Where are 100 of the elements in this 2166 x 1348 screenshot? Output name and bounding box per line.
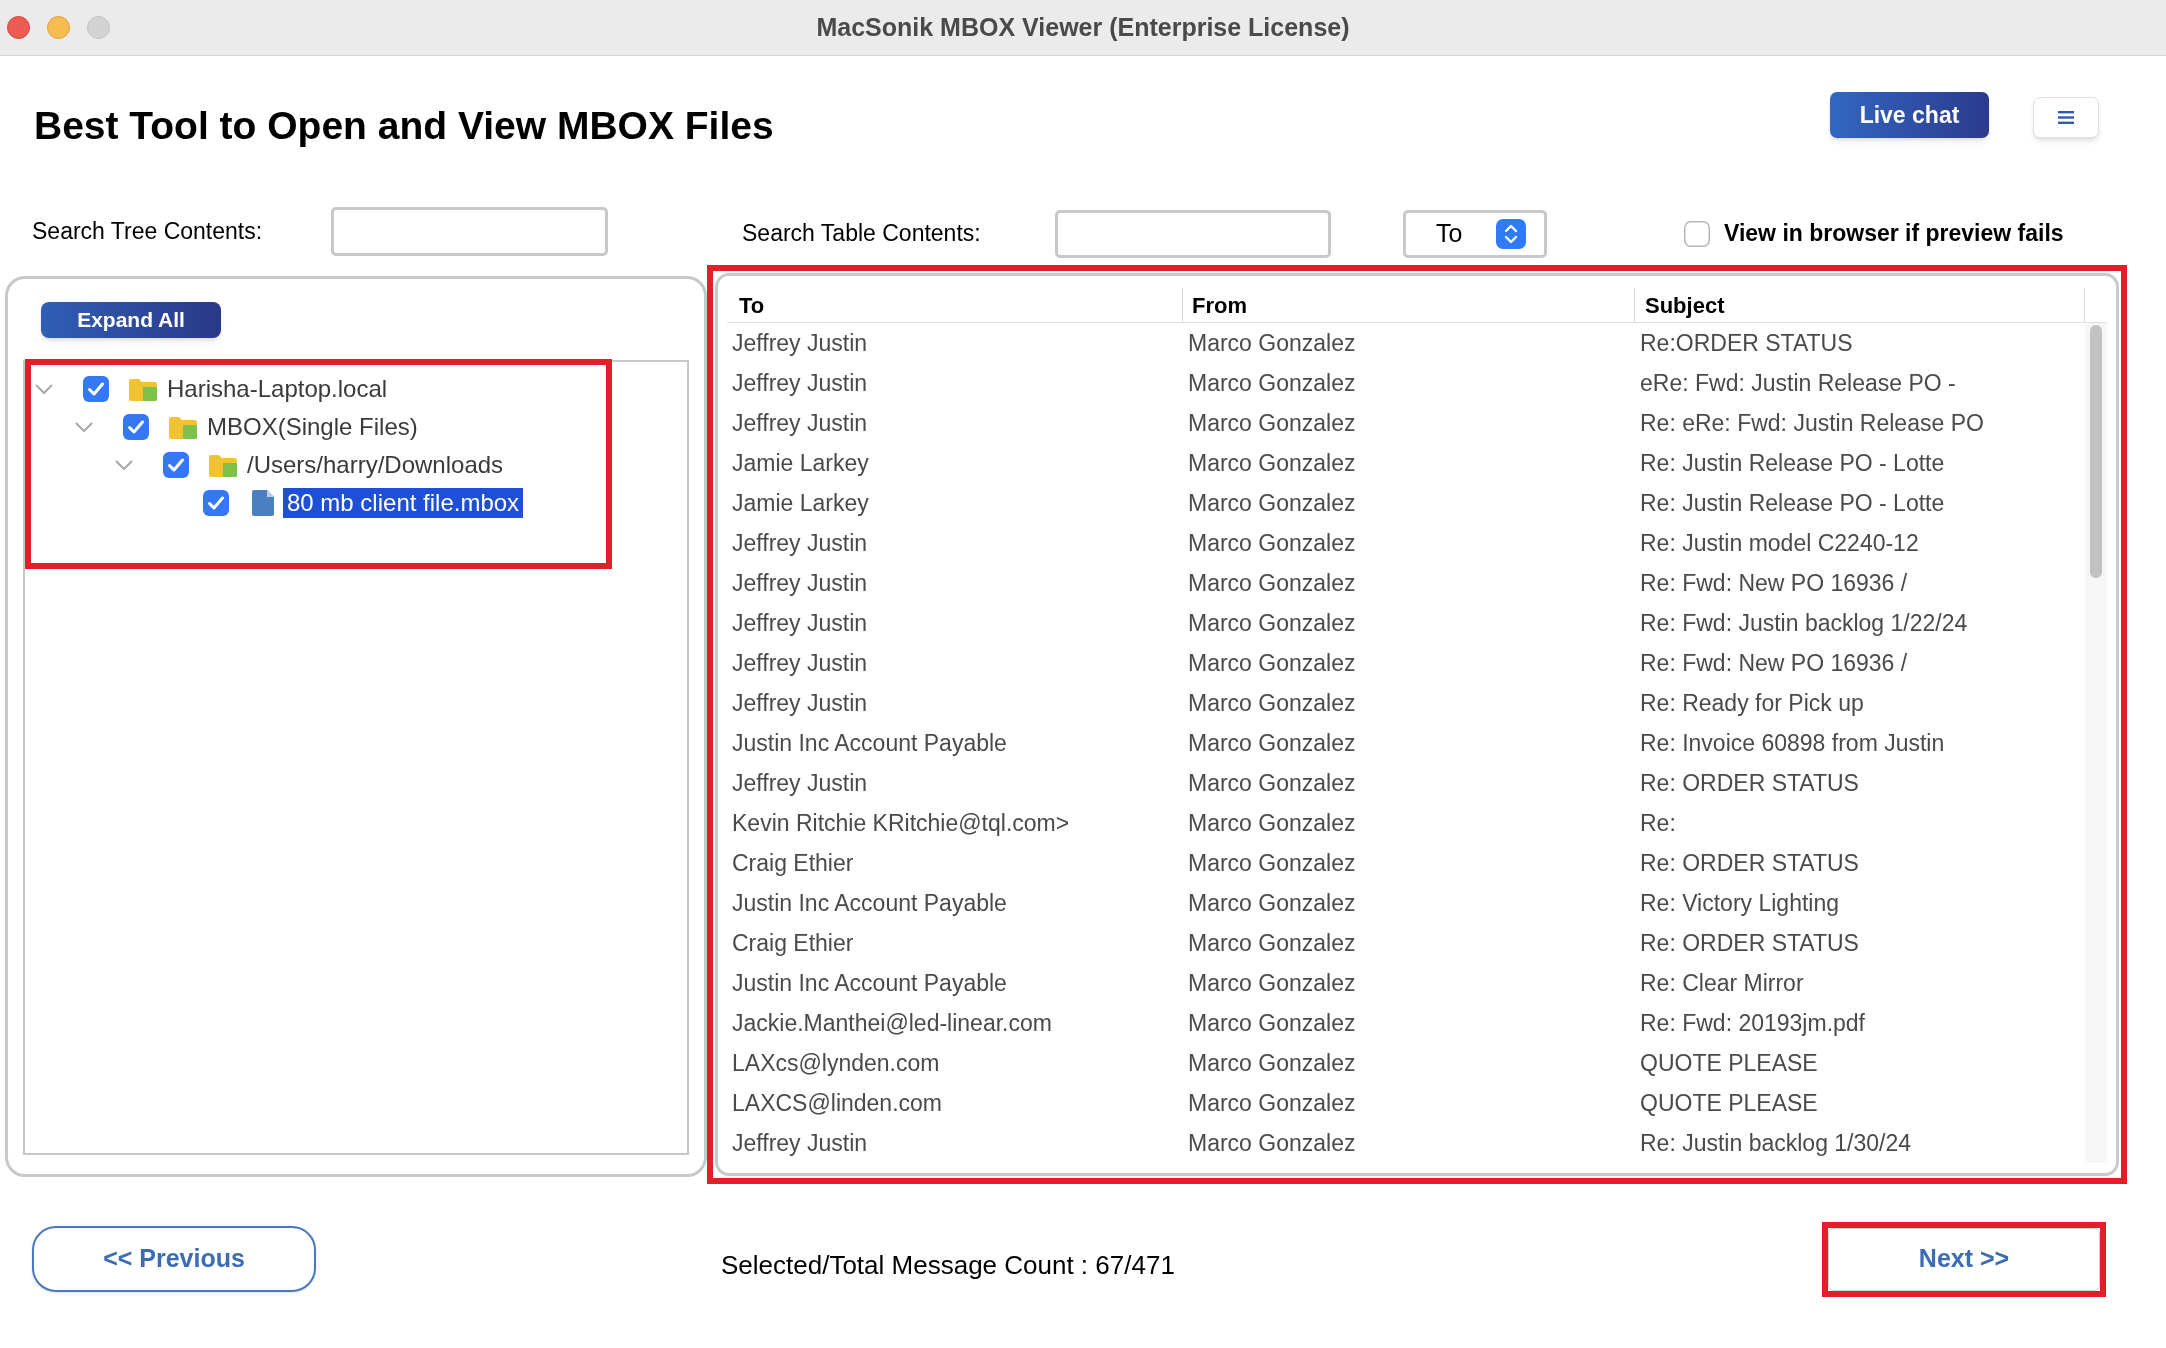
- column-select[interactable]: To: [1403, 209, 1547, 258]
- table-cell: Jeffrey Justin: [732, 1129, 868, 1156]
- maximize-icon[interactable]: [87, 16, 110, 39]
- table-cell: Marco Gonzalez: [1188, 689, 1356, 716]
- previous-button[interactable]: << Previous: [32, 1226, 316, 1292]
- table-cell: Jeffrey Justin: [732, 609, 868, 636]
- table-cell: Marco Gonzalez: [1188, 1129, 1356, 1156]
- table-cell: Re: Fwd: 20193jm.pdf: [1640, 1009, 1865, 1036]
- column-header[interactable]: To: [727, 288, 1183, 322]
- table-cell: Re: Clear Mirror: [1640, 969, 1804, 996]
- column-header[interactable]: Subject: [1635, 288, 2085, 322]
- checkbox[interactable]: [83, 376, 109, 402]
- table-cell: Marco Gonzalez: [1188, 409, 1356, 436]
- table-cell: Jackie.Manthei@led-linear.com: [732, 1009, 1052, 1036]
- table-cell: Marco Gonzalez: [1188, 849, 1356, 876]
- table-cell: Jeffrey Justin: [732, 529, 868, 556]
- table-cell: Justin Inc Account Payable: [732, 729, 1007, 756]
- next-button[interactable]: Next >>: [1828, 1227, 2100, 1291]
- chevron-down-icon[interactable]: [75, 421, 93, 433]
- table-cell: Jamie Larkey: [732, 489, 869, 516]
- table-cell: Marco Gonzalez: [1188, 529, 1356, 556]
- scrollbar-thumb[interactable]: [2090, 325, 2102, 578]
- table-cell: Marco Gonzalez: [1188, 809, 1356, 836]
- table-cell: Marco Gonzalez: [1188, 489, 1356, 516]
- table-cell: Marco Gonzalez: [1188, 329, 1356, 356]
- checkbox-label: View in browser if preview fails: [1724, 219, 2064, 249]
- live-chat-button[interactable]: Live chat: [1830, 92, 1989, 138]
- file-icon: [252, 490, 274, 516]
- table-cell: Marco Gonzalez: [1188, 569, 1356, 596]
- page-heading: Best Tool to Open and View MBOX Files: [34, 103, 774, 149]
- table-cell: Jeffrey Justin: [732, 649, 868, 676]
- table-cell: Marco Gonzalez: [1188, 369, 1356, 396]
- table-cell: Kevin Ritchie KRitchie@tql.com>: [732, 809, 1070, 836]
- table-cell: Jeffrey Justin: [732, 689, 868, 716]
- table-cell: Marco Gonzalez: [1188, 929, 1356, 956]
- table-cell: Re: Justin model C2240-12: [1640, 529, 1919, 556]
- window-title: MacSonik MBOX Viewer (Enterprise License): [816, 11, 1350, 43]
- checkbox[interactable]: [1684, 220, 1710, 247]
- table-cell: Re: ORDER STATUS: [1640, 929, 1859, 956]
- table-cell: Re: Ready for Pick up: [1640, 689, 1864, 716]
- folder-icon: [169, 415, 197, 439]
- table-cell: Jeffrey Justin: [732, 329, 868, 356]
- table-cell: LAXCS@linden.com: [732, 1089, 942, 1116]
- search-label: Search Tree Contents:: [32, 216, 264, 246]
- table-cell: Re: Fwd: Justin backlog 1/22/24: [1640, 609, 1968, 636]
- table-cell: Re: ORDER STATUS: [1640, 849, 1859, 876]
- chevron-down-icon[interactable]: [35, 383, 53, 395]
- table-cell: Marco Gonzalez: [1188, 609, 1356, 636]
- table-cell: Jeffrey Justin: [732, 409, 868, 436]
- minimize-icon[interactable]: [47, 16, 70, 39]
- table-cell: Re: eRe: Fwd: Justin Release PO: [1640, 409, 1984, 436]
- search-field[interactable]: [1055, 209, 1331, 258]
- table-cell: Re: ORDER STATUS: [1640, 769, 1859, 796]
- table-cell: Marco Gonzalez: [1188, 1089, 1356, 1116]
- expand-all-button[interactable]: Expand All: [41, 302, 221, 338]
- checkbox[interactable]: [203, 490, 229, 516]
- menu-icon: [2058, 111, 2074, 124]
- search-field[interactable]: [331, 206, 608, 256]
- table-cell: Marco Gonzalez: [1188, 649, 1356, 676]
- table-cell: Marco Gonzalez: [1188, 1049, 1356, 1076]
- table-cell: QUOTE PLEASE: [1640, 1049, 1818, 1076]
- table-cell: Re:: [1640, 809, 1676, 836]
- checkbox[interactable]: [123, 414, 149, 440]
- table-cell: Jeffrey Justin: [732, 369, 868, 396]
- table-cell: Marco Gonzalez: [1188, 449, 1356, 476]
- checkbox[interactable]: [163, 452, 189, 478]
- table-cell: Jamie Larkey: [732, 449, 869, 476]
- table-cell: Marco Gonzalez: [1188, 769, 1356, 796]
- table-cell: Re: Fwd: New PO 16936 /: [1640, 649, 1908, 676]
- tree-node[interactable]: 80 mb client file.mbox: [283, 488, 524, 518]
- message-count: Selected/Total Message Count : 67/471: [721, 1248, 1175, 1282]
- tree-node[interactable]: MBOX(Single Files): [203, 412, 422, 442]
- table-cell: Marco Gonzalez: [1188, 729, 1356, 756]
- table-cell: Re: Justin Release PO - Lotte: [1640, 489, 1945, 516]
- table-cell: Marco Gonzalez: [1188, 1009, 1356, 1036]
- chevron-down-icon[interactable]: [115, 459, 133, 471]
- table-cell: Marco Gonzalez: [1188, 889, 1356, 916]
- table-cell: Re: Justin backlog 1/30/24: [1640, 1129, 1912, 1156]
- tree-node[interactable]: Harisha-Laptop.local: [163, 374, 392, 404]
- table-cell: Justin Inc Account Payable: [732, 889, 1007, 916]
- table-cell: Re: Victory Lighting: [1640, 889, 1839, 916]
- table-cell: Craig Ethier: [732, 929, 854, 956]
- table-cell: Justin Inc Account Payable: [732, 969, 1007, 996]
- menu-button[interactable]: [2033, 97, 2099, 138]
- column-header[interactable]: From: [1183, 288, 1635, 322]
- stepper-icon: [1496, 218, 1526, 249]
- folder-icon: [209, 453, 237, 477]
- table-cell: Re: Fwd: New PO 16936 /: [1640, 569, 1908, 596]
- table-cell: LAXcs@lynden.com: [732, 1049, 940, 1076]
- table-cell: Re: Invoice 60898 from Justin: [1640, 729, 1945, 756]
- search-label: Search Table Contents:: [742, 219, 982, 249]
- table-cell: Re: Justin Release PO - Lotte: [1640, 449, 1945, 476]
- table-cell: Jeffrey Justin: [732, 569, 868, 596]
- table-cell: Re:ORDER STATUS: [1640, 329, 1853, 356]
- tree-node[interactable]: /Users/harry/Downloads: [243, 450, 508, 480]
- table-cell: Jeffrey Justin: [732, 769, 868, 796]
- table-cell: QUOTE PLEASE: [1640, 1089, 1818, 1116]
- table-cell: Craig Ethier: [732, 849, 854, 876]
- close-icon[interactable]: [7, 16, 30, 39]
- table-cell: eRe: Fwd: Justin Release PO -: [1640, 369, 1956, 396]
